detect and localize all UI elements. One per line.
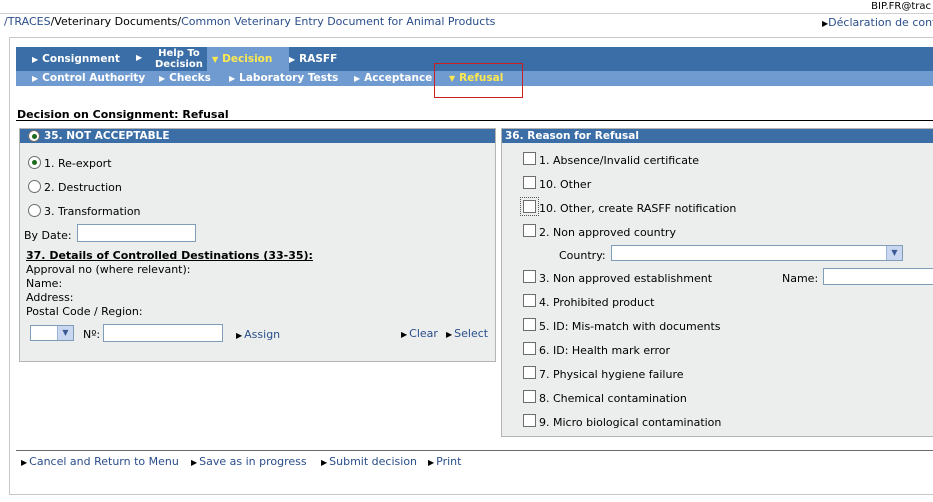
breadcrumb-vet-docs: /Veterinary Documents/ — [50, 15, 182, 28]
reason-7-label: 7. Physical hygiene failure — [539, 368, 684, 381]
reason-7-checkbox[interactable] — [523, 366, 536, 379]
destruction-label: 2. Destruction — [44, 181, 122, 194]
number-label: Nº: — [83, 328, 101, 341]
print-link[interactable]: ▶ Print — [428, 455, 461, 468]
reason-3-checkbox[interactable] — [523, 270, 536, 283]
header-divider — [0, 13, 933, 14]
not-acceptable-radio[interactable] — [28, 130, 40, 142]
approval-no-label: Approval no (where relevant): — [26, 263, 191, 276]
tab-rasff[interactable]: ▶ RASFF — [289, 53, 337, 65]
subtab-acceptance[interactable]: ▶ Acceptance — [354, 72, 432, 84]
subtab-laboratory-tests[interactable]: ▶ Laboratory Tests — [229, 72, 338, 84]
transformation-radio[interactable] — [28, 204, 41, 217]
reason-for-refusal-header: 36. Reason for Refusal — [502, 129, 933, 143]
destruction-radio[interactable] — [28, 180, 41, 193]
reason-10-label: 10. Other — [539, 178, 592, 191]
tab-decision[interactable]: ▼ Decision — [212, 53, 272, 65]
footer-divider — [16, 450, 933, 451]
reason-9-label: 9. Micro biological contamination — [539, 416, 722, 429]
chevron-down-icon: ▼ — [57, 326, 73, 340]
reason-10-rasff-label: 10. Other, create RASFF notification — [539, 202, 737, 215]
by-date-label: By Date: — [24, 229, 72, 242]
save-in-progress-link[interactable]: ▶ Save as in progress — [191, 455, 307, 468]
chevron-down-icon: ▼ — [886, 246, 902, 260]
country-code-select[interactable]: ▼ — [30, 325, 74, 341]
select-link[interactable]: ▶ Select — [446, 327, 488, 340]
breadcrumb-cved[interactable]: Common Veterinary Entry Document for Ani… — [181, 15, 495, 28]
reason-2-checkbox[interactable] — [523, 224, 536, 237]
establishment-name-input[interactable] — [823, 268, 933, 285]
transformation-label: 3. Transformation — [44, 205, 141, 218]
reason-5-label: 5. ID: Mis-match with documents — [539, 320, 721, 333]
submit-decision-link[interactable]: ▶ Submit decision — [321, 455, 417, 468]
country-label: Country: — [559, 249, 606, 262]
address-label: Address: — [26, 291, 74, 304]
reason-for-refusal-panel: 36. Reason for Refusal 1. Absence/Invali… — [501, 128, 933, 437]
reason-4-checkbox[interactable] — [523, 294, 536, 307]
reason-2-label: 2. Non approved country — [539, 226, 676, 239]
reason-3-label: 3. Non approved establishment — [539, 272, 713, 285]
breadcrumb: /TRACES/Veterinary Documents/Common Vete… — [4, 15, 495, 28]
reason-1-label: 1. Absence/Invalid certificate — [539, 154, 700, 167]
subtab-checks[interactable]: ▶ Checks — [159, 72, 211, 84]
reason-8-label: 8. Chemical contamination — [539, 392, 687, 405]
reason-5-checkbox[interactable] — [523, 318, 536, 331]
not-acceptable-panel: 35. NOT ACCEPTABLE 1. Re-export 2. Destr… — [19, 128, 496, 362]
assign-link[interactable]: ▶ Assign — [236, 328, 280, 341]
cancel-return-link[interactable]: ▶ Cancel and Return to Menu — [21, 455, 179, 468]
reason-1-checkbox[interactable] — [523, 152, 536, 165]
establishment-name-label: Name: — [782, 272, 819, 285]
number-input[interactable] — [103, 324, 223, 342]
reason-6-checkbox[interactable] — [523, 342, 536, 355]
reason-8-checkbox[interactable] — [523, 390, 536, 403]
postal-code-label: Postal Code / Region: — [26, 305, 143, 318]
logged-in-user: BIP.FR@trac — [871, 1, 931, 12]
destinations-title: 37. Details of Controlled Destinations (… — [26, 249, 313, 262]
reason-9-checkbox[interactable] — [523, 414, 536, 427]
country-select[interactable]: ▼ — [611, 245, 903, 261]
not-acceptable-header: 35. NOT ACCEPTABLE — [20, 129, 495, 143]
reexport-label: 1. Re-export — [44, 157, 112, 170]
reason-10-rasff-checkbox[interactable] — [520, 197, 539, 216]
reexport-radio[interactable] — [28, 156, 41, 169]
tab-help-to-decision[interactable]: Help To Decision — [155, 48, 203, 70]
breadcrumb-traces[interactable]: /TRACES — [4, 15, 51, 28]
subtab-control-authority[interactable]: ▶ Control Authority — [32, 72, 145, 84]
title-divider — [16, 120, 933, 121]
refusal-highlight-box — [434, 63, 523, 98]
clear-link[interactable]: ▶ Clear — [401, 327, 438, 340]
declaration-link[interactable]: ▶Déclaration de conf — [822, 16, 933, 29]
by-date-input[interactable] — [77, 224, 196, 242]
reason-10-checkbox[interactable] — [523, 176, 536, 189]
name-label: Name: — [26, 277, 63, 290]
reason-6-label: 6. ID: Health mark error — [539, 344, 671, 357]
tab-consignment[interactable]: ▶ Consignment — [32, 53, 120, 65]
help-arrow-icon: ▶ — [136, 53, 143, 62]
reason-4-label: 4. Prohibited product — [539, 296, 655, 309]
